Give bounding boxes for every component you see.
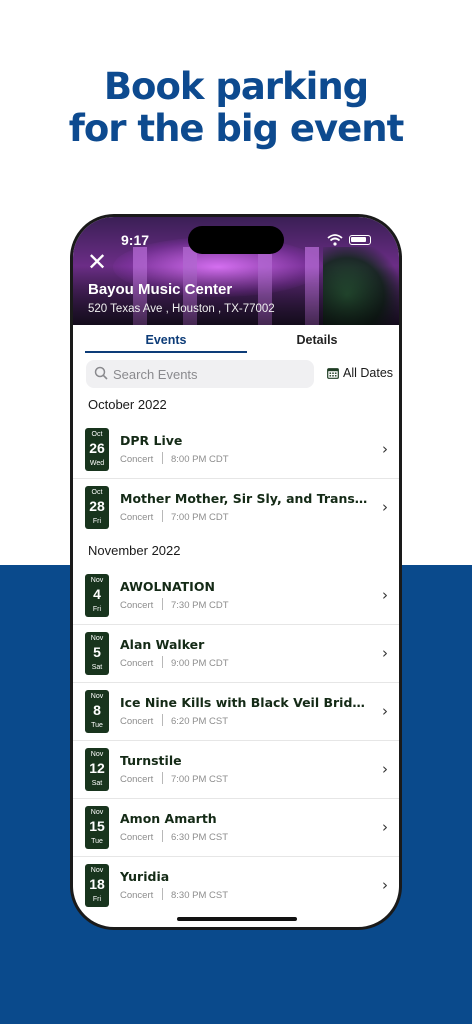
event-time: 8:30 PM CST [171, 890, 229, 901]
battery-icon [349, 235, 371, 245]
phone-frame: 9:17 ✕ Bayou Music Center 520 Texas Ave … [70, 214, 402, 930]
chevron-right-icon: › [382, 586, 388, 604]
month-header: November 2022 [88, 543, 181, 558]
event-type: Concert [120, 512, 154, 523]
event-time: 6:30 PM CST [171, 832, 229, 843]
venue-name: Bayou Music Center [88, 281, 233, 298]
event-title: Amon Amarth [120, 811, 217, 826]
search-icon [94, 366, 108, 380]
event-separator [162, 714, 163, 726]
event-time: 6:20 PM CST [171, 716, 229, 727]
event-separator [162, 656, 163, 668]
date-badge: Nov 5 Sat [85, 632, 109, 675]
event-time: 7:00 PM CST [171, 774, 229, 785]
event-type: Concert [120, 832, 154, 843]
status-time: 9:17 [121, 232, 150, 248]
calendar-icon [327, 368, 339, 379]
event-title: Turnstile [120, 753, 182, 768]
event-title: Alan Walker [120, 637, 205, 652]
dynamic-island [188, 226, 284, 254]
chevron-right-icon: › [382, 876, 388, 894]
event-type: Concert [120, 658, 154, 669]
event-row[interactable]: Nov 15 Tue Amon Amarth Concert 6:30 PM C… [73, 799, 399, 857]
chevron-right-icon: › [382, 498, 388, 516]
date-badge: Nov 12 Sat [85, 748, 109, 791]
tab-events[interactable]: Events [85, 333, 247, 347]
home-indicator[interactable] [177, 917, 297, 921]
event-row[interactable]: Oct 28 Fri Mother Mother, Sir Sly, and T… [73, 479, 399, 537]
active-tab-indicator [85, 351, 247, 353]
date-badge: Oct 28 Fri [85, 486, 109, 529]
event-time: 9:00 PM CDT [171, 658, 229, 669]
event-time: 7:00 PM CDT [171, 512, 229, 523]
event-time: 8:00 PM CDT [171, 454, 229, 465]
event-title: Ice Nine Kills with Black Veil Brides, M… [120, 695, 370, 710]
tab-bar: Events Details [73, 325, 399, 355]
headline-line-1: Book parking [103, 65, 369, 108]
chevron-right-icon: › [382, 818, 388, 836]
chevron-right-icon: › [382, 644, 388, 662]
chevron-right-icon: › [382, 440, 388, 458]
event-title: Yuridia [120, 869, 170, 884]
date-badge: Nov 18 Fri [85, 864, 109, 907]
event-separator [162, 772, 163, 784]
phone-screen: 9:17 ✕ Bayou Music Center 520 Texas Ave … [73, 217, 399, 927]
venue-address: 520 Texas Ave , Houston , TX-77002 [88, 303, 275, 315]
event-separator [162, 452, 163, 464]
search-input[interactable]: Search Events [113, 367, 198, 382]
event-time: 7:30 PM CDT [171, 600, 229, 611]
date-badge: Nov 8 Tue [85, 690, 109, 733]
event-title: AWOLNATION [120, 579, 215, 594]
event-separator [162, 888, 163, 900]
event-title: Mother Mother, Sir Sly, and Transviolet [120, 491, 370, 506]
event-row[interactable]: Nov 5 Sat Alan Walker Concert 9:00 PM CD… [73, 625, 399, 683]
chevron-right-icon: › [382, 702, 388, 720]
tab-details[interactable]: Details [247, 333, 387, 347]
event-row[interactable]: Nov 4 Fri AWOLNATION Concert 7:30 PM CDT… [73, 567, 399, 625]
date-badge: Oct 26 Wed [85, 428, 109, 471]
event-type: Concert [120, 600, 154, 611]
event-type: Concert [120, 454, 154, 465]
event-type: Concert [120, 890, 154, 901]
month-header: October 2022 [88, 397, 167, 412]
event-row[interactable]: Oct 26 Wed DPR Live Concert 8:00 PM CDT … [73, 421, 399, 479]
event-row[interactable]: Nov 12 Sat Turnstile Concert 7:00 PM CST… [73, 741, 399, 799]
search-bar[interactable]: Search Events [86, 360, 314, 388]
event-type: Concert [120, 774, 154, 785]
event-separator [162, 830, 163, 842]
all-dates-label: All Dates [343, 366, 394, 380]
chevron-right-icon: › [382, 760, 388, 778]
headline-line-2: for the big event [68, 107, 405, 150]
event-type: Concert [120, 716, 154, 727]
event-row[interactable]: Nov 8 Tue Ice Nine Kills with Black Veil… [73, 683, 399, 741]
event-separator [162, 598, 163, 610]
date-badge: Nov 15 Tue [85, 806, 109, 849]
event-row[interactable]: Nov 18 Fri Yuridia Concert 8:30 PM CST › [73, 857, 399, 915]
promo-headline: Book parking for the big event [0, 66, 472, 150]
event-title: DPR Live [120, 433, 183, 448]
date-badge: Nov 4 Fri [85, 574, 109, 617]
wifi-icon [327, 234, 343, 246]
close-icon[interactable]: ✕ [87, 250, 109, 274]
event-separator [162, 510, 163, 522]
